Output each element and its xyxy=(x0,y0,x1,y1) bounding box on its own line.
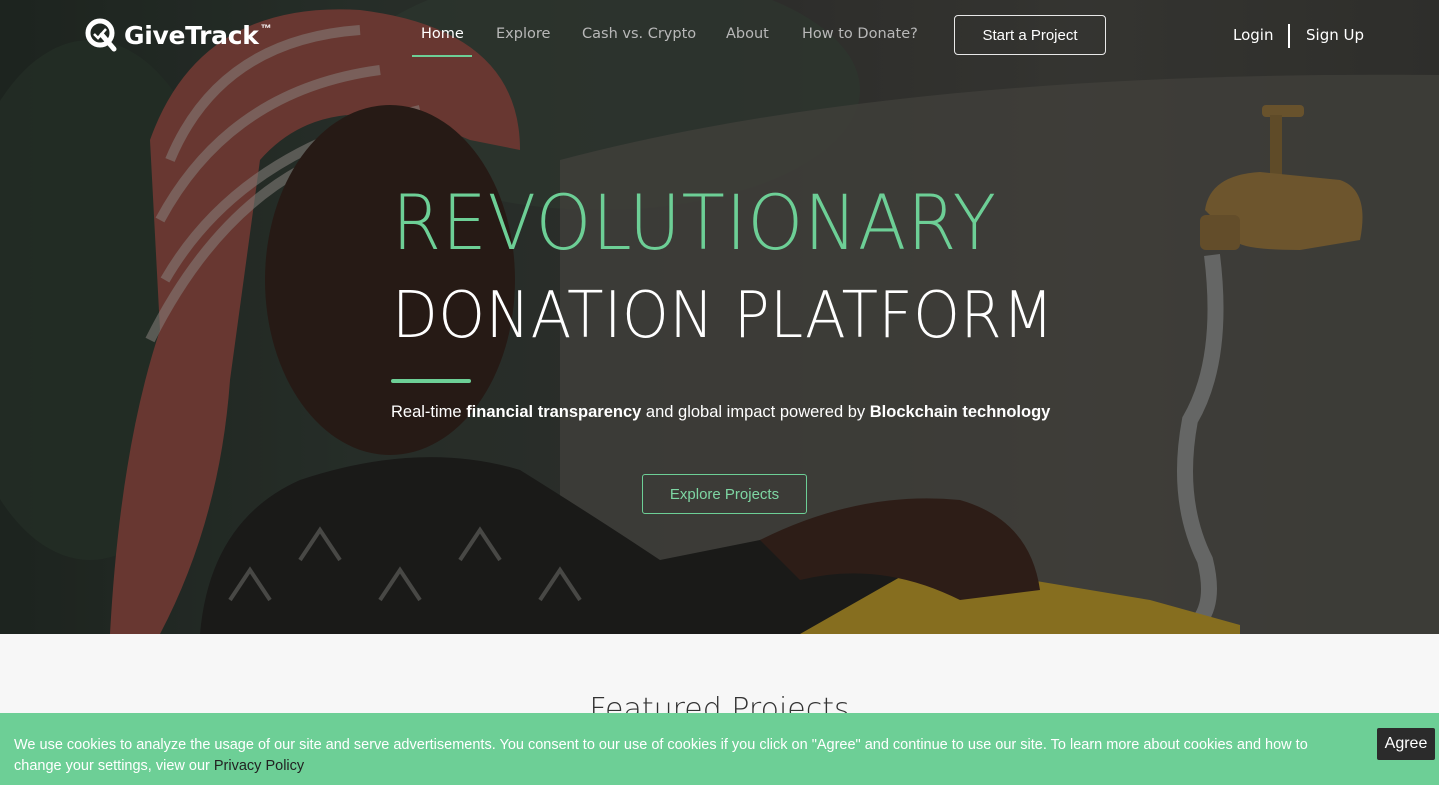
givetrack-logo-icon xyxy=(85,18,117,52)
brand-logo[interactable]: GiveTrack ™ xyxy=(84,17,272,53)
nav-active-indicator xyxy=(412,55,472,57)
signup-link[interactable]: Sign Up xyxy=(1306,26,1364,44)
brand-name: GiveTrack xyxy=(124,20,259,50)
trademark-symbol: ™ xyxy=(260,23,272,35)
nav-item-cash-vs-crypto[interactable]: Cash vs. Crypto xyxy=(582,26,696,42)
hero-tagline: Real-time financial transparency and glo… xyxy=(391,403,1050,422)
explore-projects-button[interactable]: Explore Projects xyxy=(642,474,807,514)
tagline-bold-1: financial transparency xyxy=(466,403,642,421)
nav-item-how-to-donate[interactable]: How to Donate? xyxy=(802,26,918,42)
privacy-policy-link[interactable]: Privacy Policy xyxy=(214,758,304,774)
hero-section: REVOLUTIONARY DONATION PLATFORM Real-tim… xyxy=(0,0,1439,634)
cookie-message: We use cookies to analyze the usage of o… xyxy=(14,735,1334,777)
hero-headline-secondary: DONATION PLATFORM xyxy=(392,279,1055,353)
cookie-consent-bar: We use cookies to analyze the usage of o… xyxy=(0,713,1439,785)
tagline-text-2: and global impact powered by xyxy=(641,403,870,421)
nav-item-about[interactable]: About xyxy=(726,26,769,42)
tagline-bold-2: Blockchain technology xyxy=(869,403,1051,421)
agree-button[interactable]: Agree xyxy=(1377,728,1435,760)
hero-headline-primary: REVOLUTIONARY xyxy=(392,178,997,267)
cookie-message-text: We use cookies to analyze the usage of o… xyxy=(14,737,1308,774)
nav-item-home[interactable]: Home xyxy=(421,26,464,42)
tagline-text-1: Real-time xyxy=(391,403,467,421)
nav-item-explore[interactable]: Explore xyxy=(496,26,550,42)
start-project-button[interactable]: Start a Project xyxy=(954,15,1106,55)
top-navigation: GiveTrack ™ Home Explore Cash vs. Crypto… xyxy=(0,0,1439,70)
login-link[interactable]: Login xyxy=(1233,26,1273,44)
headline-accent-bar xyxy=(391,379,471,383)
auth-divider xyxy=(1288,24,1290,48)
